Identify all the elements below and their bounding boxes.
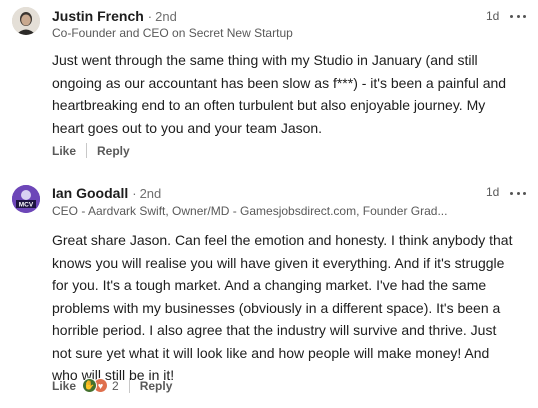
connection-degree: · 2nd bbox=[147, 9, 177, 24]
comment-text-line: heart goes out to you and your team Jaso… bbox=[52, 119, 323, 136]
divider bbox=[128, 378, 130, 393]
comment-text-line: heartbreaking end to an often turbulent … bbox=[52, 97, 486, 113]
avatar-logo-text: MCV bbox=[19, 202, 34, 209]
divider bbox=[86, 143, 88, 158]
more-options-icon[interactable] bbox=[510, 9, 526, 23]
comment-text-line: Just went through the same thing with my… bbox=[52, 52, 478, 68]
comment-justin-french: Justin French · 2nd Co-Founder and CEO on … bbox=[0, 0, 538, 176]
author-headline: Co-Founder and CEO on Secret New Startup bbox=[52, 26, 293, 40]
clap-icon: ✋ bbox=[82, 378, 98, 393]
connection-degree: · 2nd bbox=[132, 186, 162, 201]
comment-text: Great share Jason. Can feel the emotion … bbox=[52, 229, 530, 387]
avatar[interactable]: MCV bbox=[12, 185, 40, 213]
degree-text: 2nd bbox=[155, 9, 177, 24]
timestamp: 1d bbox=[486, 9, 500, 23]
comment-text-line: knows you will realise you will have giv… bbox=[52, 254, 505, 271]
reply-button[interactable]: Reply bbox=[140, 379, 173, 393]
like-button[interactable]: Like bbox=[52, 144, 76, 158]
more-options-icon[interactable] bbox=[510, 186, 526, 200]
comment-text-line: problems with my businesses (obviously i… bbox=[52, 299, 501, 316]
like-button[interactable]: Like bbox=[52, 379, 76, 393]
author-headline: CEO - Aardvark Swift, Owner/MD - Gamesjo… bbox=[52, 204, 448, 218]
comment-text-line: Great share Jason. Can feel the emotion … bbox=[52, 232, 513, 248]
avatar[interactable] bbox=[12, 7, 40, 35]
comment-actions: Like ✋ ♥ 2 Reply bbox=[52, 378, 172, 393]
person-avatar-icon bbox=[12, 7, 40, 35]
comment-text-line: horrible period. I also agree that the i… bbox=[52, 322, 497, 338]
comment-ian-goodall: MCV Ian Goodall · 2nd CEO - Aardvark Swift… bbox=[0, 176, 538, 408]
author-name-text[interactable]: Justin French bbox=[52, 8, 144, 24]
reactions-summary[interactable]: ✋ ♥ 2 bbox=[82, 378, 119, 393]
reaction-count: 2 bbox=[112, 378, 119, 393]
comment-text-line: ongoing as our accountant has been slow … bbox=[52, 74, 507, 91]
comment-actions: Like Reply bbox=[52, 143, 130, 158]
timestamp: 1d bbox=[486, 185, 500, 199]
comment-text-line: not sure yet what it will look like and … bbox=[52, 344, 490, 361]
reply-button[interactable]: Reply bbox=[97, 144, 130, 158]
author-name[interactable]: Justin French · 2nd bbox=[52, 8, 177, 24]
comment-text: Just went through the same thing with my… bbox=[52, 49, 530, 139]
comment-text-line: for you. It's a tough market. And a chan… bbox=[52, 277, 487, 293]
author-name[interactable]: Ian Goodall · 2nd bbox=[52, 185, 161, 201]
author-name-text[interactable]: Ian Goodall bbox=[52, 185, 128, 201]
mcv-logo-icon: MCV bbox=[12, 185, 40, 213]
degree-text: 2nd bbox=[139, 186, 162, 201]
